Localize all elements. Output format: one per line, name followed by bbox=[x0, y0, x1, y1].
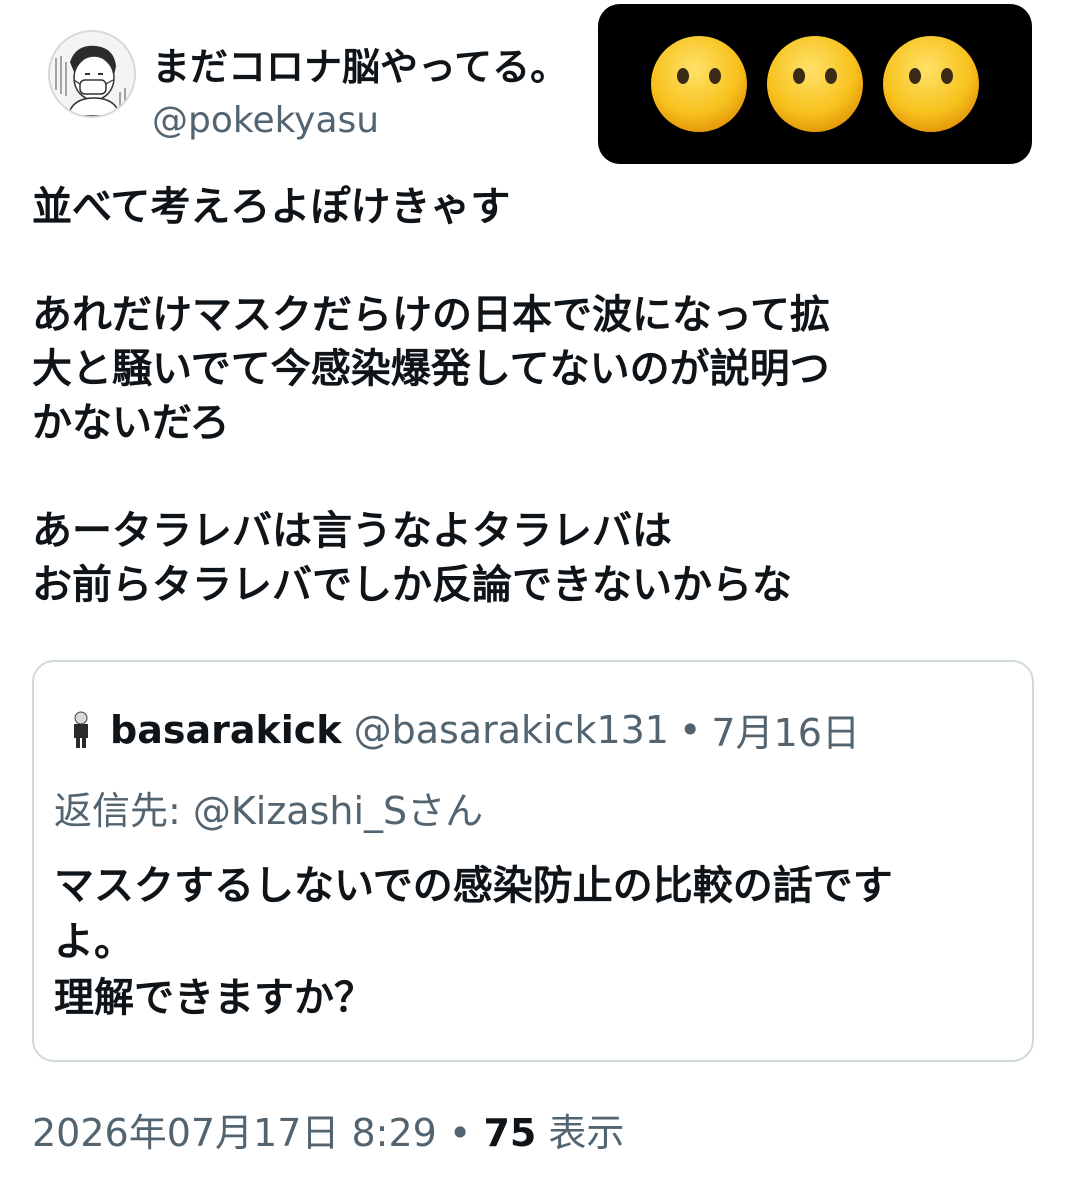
neutral-face-icon bbox=[881, 34, 981, 134]
tweet-text: 並べて考えろよぽけきゃす あれだけマスクだらけの日本で波になって拡 大と騒いでて… bbox=[32, 180, 1032, 612]
tweet-metadata: 2026年07月17日 8:29 • 75 表示 bbox=[32, 1102, 624, 1157]
avatar[interactable] bbox=[48, 30, 136, 118]
quoted-tweet-header: basarakick @basarakick131 • 7月16日 bbox=[64, 702, 860, 757]
quoted-avatar[interactable] bbox=[64, 709, 98, 750]
emoji-overlay bbox=[598, 4, 1032, 164]
views-label: 表示 bbox=[548, 1111, 625, 1155]
tweet-paragraph: あれだけマスクだらけの日本で波になって拡 大と騒いでて今感染爆発してないのが説明… bbox=[32, 292, 830, 446]
tweet-paragraph: あータラレバは言うなよタラレバは お前らタラレバでしか反論できないからな bbox=[32, 508, 792, 608]
neutral-face-icon bbox=[765, 34, 865, 134]
quoted-tweet-text: マスクするしないでの感染防止の比較の話です よ。 理解できますか？ bbox=[54, 863, 893, 1021]
separator-dot: • bbox=[679, 707, 702, 752]
quoted-date[interactable]: 7月16日 bbox=[711, 702, 860, 757]
neutral-face-icon bbox=[649, 34, 749, 134]
quoted-display-name[interactable]: basarakick bbox=[110, 708, 342, 752]
quoted-tweet-card[interactable]: basarakick @basarakick131 • 7月16日 返信先: @… bbox=[32, 660, 1034, 1062]
tweet-timestamp[interactable]: 2026年07月17日 8:29 bbox=[32, 1111, 437, 1155]
quoted-handle[interactable]: @basarakick131 bbox=[354, 708, 669, 752]
display-name[interactable]: まだコロナ脳やってる。 bbox=[152, 36, 568, 91]
separator-dot: • bbox=[448, 1111, 472, 1155]
reply-to-label: 返信先: @Kizashi_Sさん bbox=[54, 789, 484, 833]
tweet-paragraph: 並べて考えろよぽけきゃす bbox=[32, 184, 511, 230]
views-count[interactable]: 75 bbox=[483, 1111, 536, 1155]
user-handle[interactable]: @pokekyasu bbox=[152, 100, 379, 141]
avatar-illustration bbox=[50, 32, 134, 116]
